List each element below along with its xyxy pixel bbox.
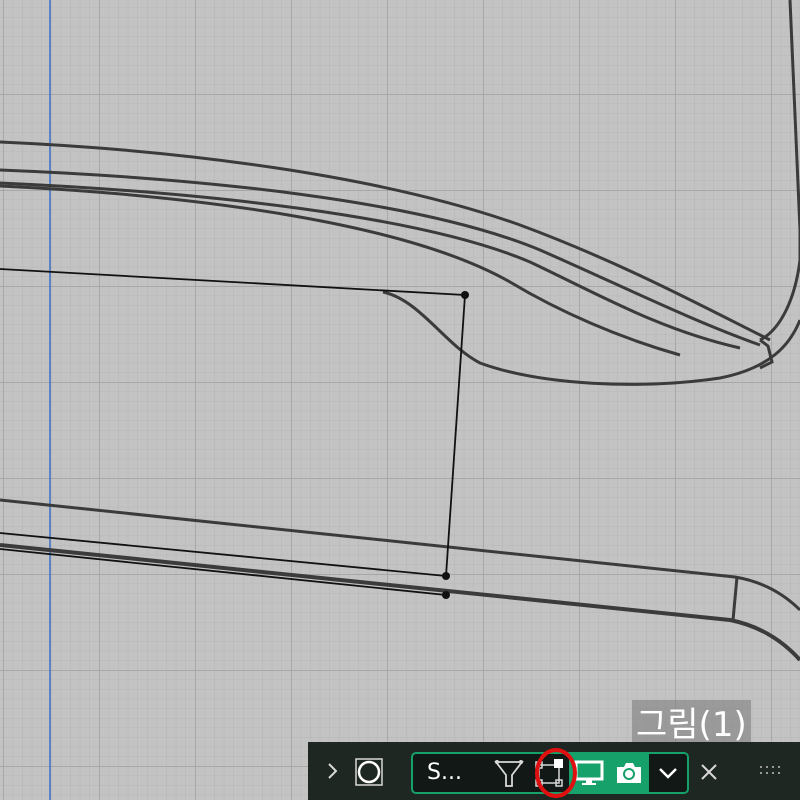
viewport-canvas[interactable] bbox=[0, 0, 800, 800]
control-point bbox=[442, 572, 450, 580]
display-options-dropdown[interactable] bbox=[649, 752, 689, 794]
display-button[interactable] bbox=[569, 752, 609, 794]
control-point bbox=[461, 291, 469, 299]
grid bbox=[0, 0, 800, 800]
camera-icon bbox=[617, 763, 641, 783]
circle-in-square-icon bbox=[355, 758, 383, 786]
filter-funnel-icon bbox=[494, 760, 524, 787]
close-button[interactable] bbox=[698, 761, 720, 783]
close-icon bbox=[701, 764, 717, 780]
monitor-icon bbox=[574, 760, 604, 785]
chevron-right-icon bbox=[328, 763, 338, 779]
expand-toolbar-button[interactable] bbox=[320, 759, 344, 783]
snapshot-button[interactable] bbox=[609, 752, 649, 794]
chevron-down-icon bbox=[659, 768, 677, 779]
filter-button[interactable] bbox=[489, 752, 529, 794]
control-point bbox=[442, 591, 450, 599]
transform-box-icon bbox=[535, 759, 563, 787]
viewport-toolbar: S... bbox=[308, 742, 800, 800]
shape-mode-select[interactable]: S... bbox=[411, 752, 489, 794]
toolbar-grip[interactable] bbox=[758, 762, 786, 778]
circle-tool-button[interactable] bbox=[352, 755, 386, 789]
grip-dots-icon bbox=[760, 766, 780, 774]
select-transform-button[interactable] bbox=[529, 752, 569, 794]
